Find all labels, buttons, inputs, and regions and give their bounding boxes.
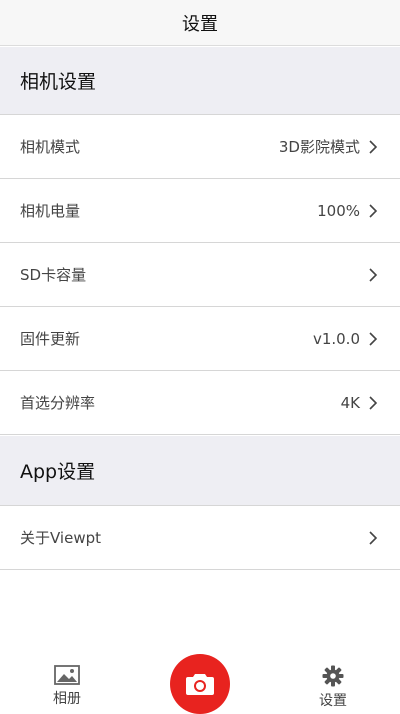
row-value: 4K xyxy=(340,393,360,412)
row-label: 相机模式 xyxy=(20,138,81,156)
camera-icon xyxy=(186,674,214,695)
row-value: v1.0.0 xyxy=(312,329,360,348)
section-header-camera: 相机设置 xyxy=(0,47,400,115)
row-label: 首选分辨率 xyxy=(20,394,96,412)
image-icon xyxy=(54,665,80,685)
row-value: 100% xyxy=(317,201,360,220)
top-bar: 设置 xyxy=(0,0,400,46)
tab-album-label: 相册 xyxy=(53,691,81,707)
row-label: 固件更新 xyxy=(20,330,81,348)
section-title-camera: 相机设置 xyxy=(20,71,97,93)
chevron-right-icon xyxy=(369,267,378,282)
page-title: 设置 xyxy=(182,13,218,35)
chevron-right-icon xyxy=(369,331,378,346)
tab-settings[interactable]: 设置 xyxy=(293,665,373,711)
section-title-app: App设置 xyxy=(20,461,96,483)
section-header-app: App设置 xyxy=(0,436,400,506)
settings-row-camera-mode[interactable]: 相机模式 3D影院模式 xyxy=(0,115,400,179)
row-label: SD卡容量 xyxy=(20,266,87,284)
settings-row-about[interactable]: 关于Viewpt xyxy=(0,506,400,570)
settings-row-resolution[interactable]: 首选分辨率 4K xyxy=(0,371,400,435)
row-label: 关于Viewpt xyxy=(20,529,101,547)
chevron-right-icon xyxy=(369,139,378,154)
settings-row-battery[interactable]: 相机电量 100% xyxy=(0,179,400,243)
settings-row-firmware[interactable]: 固件更新 v1.0.0 xyxy=(0,307,400,371)
camera-shutter-button[interactable] xyxy=(170,654,230,714)
tab-settings-label: 设置 xyxy=(319,693,347,709)
settings-row-sd-capacity[interactable]: SD卡容量 xyxy=(0,243,400,307)
row-label: 相机电量 xyxy=(20,202,81,220)
chevron-right-icon xyxy=(369,203,378,218)
row-value: 3D影院模式 xyxy=(278,138,360,156)
chevron-right-icon xyxy=(369,530,378,545)
gear-icon xyxy=(322,665,344,687)
tab-album[interactable]: 相册 xyxy=(27,665,107,711)
chevron-right-icon xyxy=(369,395,378,410)
